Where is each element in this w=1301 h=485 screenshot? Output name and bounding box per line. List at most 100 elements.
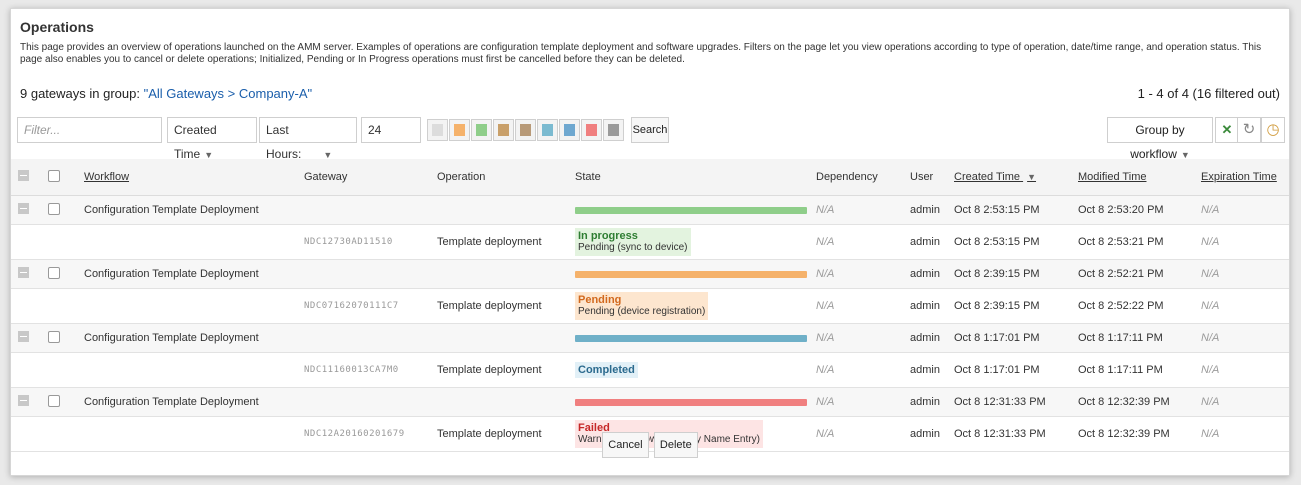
operation-cell: Template deployment [436,288,574,324]
table-row-workflow[interactable]: Configuration Template Deployment N/A admi… [11,323,1289,353]
status-chip[interactable] [581,119,602,141]
status-swatch-icon [454,124,465,136]
table-row-workflow[interactable]: Configuration Template Deployment N/A admi… [11,195,1289,225]
col-modified-time[interactable]: Modified Time [1077,159,1200,196]
cancel-button[interactable]: Cancel [602,432,649,458]
table-row-workflow[interactable]: Configuration Template Deployment N/A admi… [11,387,1289,417]
col-created-time[interactable]: Created Time ▼ [953,159,1077,196]
modified-cell: Oct 8 1:17:11 PM [1077,352,1200,388]
collapse-all-icon[interactable] [18,170,29,181]
operation-cell [436,195,574,225]
search-button[interactable]: Search [631,117,669,143]
collapse-cell [11,387,47,417]
row-checkbox[interactable] [48,394,60,407]
dependency-cell: N/A [815,195,909,225]
status-swatch-icon [542,124,553,136]
checkbox-cell [47,387,83,417]
user-cell: admin [909,288,953,324]
created-cell: Oct 8 2:53:15 PM [953,195,1077,225]
col-gateway: Gateway [303,159,436,196]
refresh-icon[interactable]: ↻ [1237,117,1261,143]
status-chip[interactable] [471,119,492,141]
created-cell: Oct 8 1:17:01 PM [953,323,1077,353]
group-by-select[interactable]: Group by workflow ▼ [1107,117,1213,161]
workflow-cell: Configuration Template Deployment [83,323,303,353]
row-checkbox[interactable] [48,330,60,343]
empty-cell [11,224,47,260]
checkbox-cell [47,259,83,289]
modified-cell: Oct 8 2:52:21 PM [1077,259,1200,289]
created-cell: Oct 8 1:17:01 PM [953,352,1077,388]
row-checkbox[interactable] [48,266,60,279]
table-row-gateway[interactable]: NDC12730AD11510 Template deployment In pro… [11,224,1289,260]
status-chip[interactable] [449,119,470,141]
time-field-select[interactable]: Created Time ▼ [167,117,257,161]
col-workflow[interactable]: Workflow [83,159,303,196]
collapse-icon[interactable] [18,395,29,406]
workflow-cell [83,224,303,260]
group-link[interactable]: "All Gateways > Company-A" [144,86,313,101]
status-swatch-icon [476,124,487,136]
sort-desc-icon: ▼ [1027,172,1037,182]
collapse-cell [11,195,47,225]
group-summary: 9 gateways in group: "All Gateways > Com… [20,86,312,101]
col-operation: Operation [436,159,574,196]
state-progress-bar [575,398,807,406]
col-dependency: Dependency [815,159,909,196]
export-excel-icon[interactable]: ✕ [1215,117,1239,143]
gateway-cell: NDC11160013CA7M0 [303,352,436,388]
checkbox-cell [47,323,83,353]
status-chip[interactable] [559,119,580,141]
delete-button[interactable]: Delete [653,432,698,458]
range-select[interactable]: Last Hours: ▼ [259,117,357,161]
empty-cell [47,288,83,324]
row-checkbox[interactable] [48,202,60,215]
modified-cell: Oct 8 2:53:20 PM [1077,195,1200,225]
status-chip[interactable] [427,119,448,141]
dependency-cell: N/A [815,323,909,353]
status-chip[interactable] [537,119,558,141]
status-chip[interactable] [515,119,536,141]
state-progress-bar [575,206,807,214]
clock-icon[interactable]: ◷ [1261,117,1285,143]
collapse-icon[interactable] [18,331,29,342]
state-cell: In progress Pending (sync to device) [574,224,815,260]
select-all-checkbox[interactable] [48,169,60,182]
status-chip[interactable] [493,119,514,141]
state-cell [574,259,815,289]
status-swatch-icon [498,124,509,136]
dependency-cell: N/A [815,352,909,388]
table-row-gateway[interactable]: NDC11160013CA7M0 Template deployment Compl… [11,352,1289,388]
created-cell: Oct 8 12:31:33 PM [953,387,1077,417]
state-detail: Pending (sync to device) [578,242,688,253]
table-row-workflow[interactable]: Configuration Template Deployment N/A admi… [11,259,1289,289]
state-progress-bar [575,270,807,278]
right-tools: Group by workflow ▼ ✕ ↻ ◷ [1081,117,1285,161]
user-cell: admin [909,387,953,417]
state-status-box: Pending Pending (device registration) [575,292,709,320]
collapse-cell [11,259,47,289]
status-chip[interactable] [603,119,624,141]
dependency-cell: N/A [815,288,909,324]
workflow-cell: Configuration Template Deployment [83,387,303,417]
filter-input[interactable]: Filter... [17,117,162,143]
state-progress-bar [575,334,807,342]
dependency-cell: N/A [815,387,909,417]
collapse-icon[interactable] [18,203,29,214]
state-title: Completed [578,364,635,376]
col-user: User [909,159,953,196]
workflow-cell [83,288,303,324]
state-title: In progress [578,230,638,242]
col-expiration-time[interactable]: Expiration Time [1200,159,1289,196]
table-row-gateway[interactable]: NDC07162070111C7 Template deployment Pendi… [11,288,1289,324]
collapse-icon[interactable] [18,267,29,278]
empty-cell [47,352,83,388]
hours-input[interactable]: 24 [361,117,421,143]
user-cell: admin [909,259,953,289]
expiration-cell: N/A [1200,352,1289,388]
operations-table: Workflow Gateway Operation State Depende… [11,159,1289,452]
state-cell [574,323,815,353]
collapse-cell [11,323,47,353]
operation-cell [436,387,574,417]
group-summary-text: 9 gateways in group: [20,86,144,101]
